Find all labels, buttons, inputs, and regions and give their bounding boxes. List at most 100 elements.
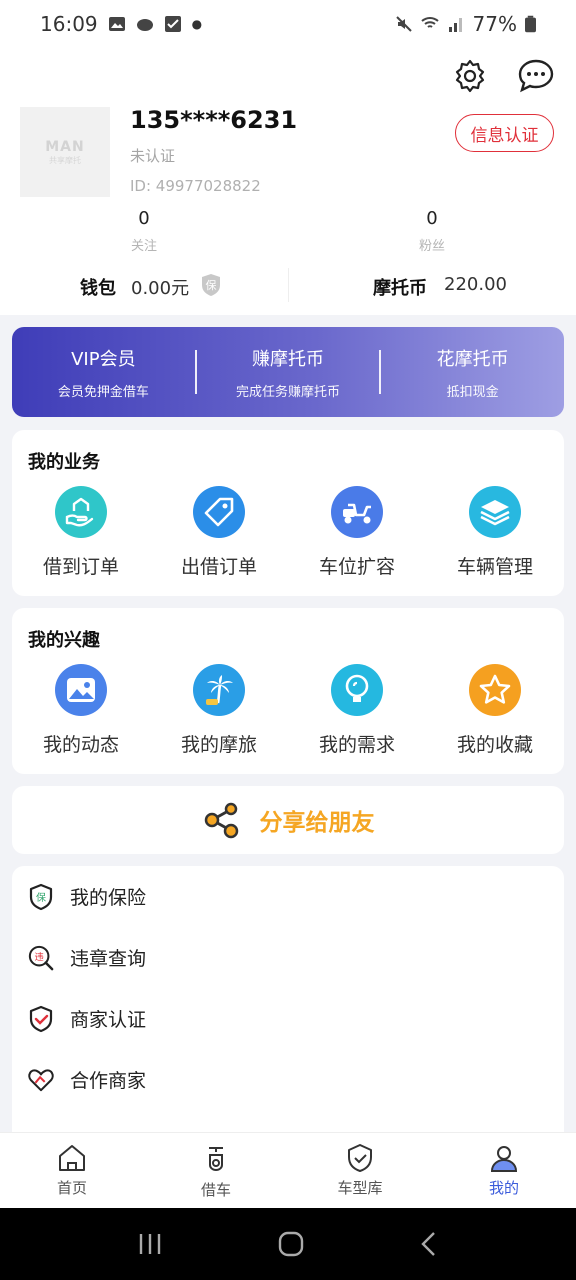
my-interests-card: 我的兴趣 我的动态 我的摩旅 我的需求 我的收藏 (12, 608, 564, 774)
menu-item-insurance[interactable]: 保 我的保险 (12, 866, 564, 927)
my-business-title: 我的业务 (28, 452, 100, 473)
hand-house-icon (55, 486, 107, 538)
menu-item-partner-merchants[interactable]: 合作商家 (12, 1049, 564, 1110)
avatar[interactable]: MAN 共享摩托 (20, 107, 110, 197)
vip-member-subtitle: 会员免押金借车 (57, 384, 149, 400)
fans-stat[interactable]: 0 粉丝 (402, 208, 462, 254)
share-to-friends-button[interactable]: 分享给朋友 (12, 786, 564, 854)
insurance-badge-text: 保 (206, 278, 217, 292)
insurance-badge-icon: 保 (202, 274, 220, 296)
tag-icon (193, 486, 245, 538)
menu-item-merchant-verify[interactable]: 商家认证 (12, 988, 564, 1049)
system-nav-bar (0, 1208, 576, 1280)
messages-button[interactable] (516, 56, 556, 96)
home-nav-icon[interactable] (278, 1231, 304, 1257)
layers-icon (469, 486, 521, 538)
my-interests-title: 我的兴趣 (28, 630, 100, 651)
bulb-icon (331, 664, 383, 716)
vip-member-entry[interactable]: VIP会员 会员免押金借车 (12, 345, 195, 400)
bottom-tab-bar: 首页 借车 车型库 我的 (0, 1132, 576, 1208)
my-posts-item[interactable]: 我的动态 (12, 664, 150, 757)
mute-icon (395, 16, 412, 32)
palm-tree-icon (193, 664, 245, 716)
tab-label: 首页 (56, 1179, 87, 1197)
signal-icon (448, 18, 462, 32)
follow-stat[interactable]: 0 关注 (114, 208, 174, 254)
menu-item-label: 合作商家 (70, 1070, 147, 1092)
space-expansion-label: 车位扩容 (318, 556, 395, 578)
profile-icon (490, 1146, 518, 1172)
fans-count: 0 (426, 208, 438, 229)
status-time: 16:09 (40, 12, 98, 36)
back-icon[interactable] (419, 1231, 439, 1257)
battery-level: 77% (472, 12, 517, 36)
more-notifications-dot-icon: ● (191, 17, 203, 31)
my-posts-label: 我的动态 (42, 734, 119, 756)
cloud-notification-icon (136, 19, 153, 31)
avatar-logo-text: MAN (45, 138, 85, 155)
insurance-glyph: 保 (36, 891, 46, 904)
my-favorites-item[interactable]: 我的收藏 (426, 664, 564, 757)
verification-status: 未认证 (130, 147, 176, 165)
settings-button[interactable] (450, 56, 490, 96)
borrowed-orders-label: 借到订单 (42, 556, 119, 578)
vip-banner: VIP会员 会员免押金借车 赚摩托币 完成任务赚摩托币 花摩托币 抵扣现金 (12, 327, 564, 417)
earn-coins-subtitle: 完成任务赚摩托币 (236, 384, 341, 400)
image-icon (55, 664, 107, 716)
tab-mine[interactable]: 我的 (432, 1133, 576, 1208)
avatar-logo-subtext: 共享摩托 (49, 155, 81, 165)
menu-item-label: 商家认证 (70, 1009, 147, 1031)
menu-item-violation-query[interactable]: 违 违章查询 (12, 927, 564, 988)
merchant-verify-icon (28, 1005, 54, 1033)
earn-coins-title: 赚摩托币 (252, 348, 324, 370)
user-id: ID: 49977028822 (130, 177, 261, 195)
share-icon (204, 802, 238, 839)
info-verify-button[interactable]: 信息认证 (455, 114, 554, 152)
partner-heart-icon (28, 1066, 54, 1094)
status-bar: 16:09 ● 77% (0, 0, 576, 48)
fans-label: 粉丝 (418, 239, 445, 254)
follow-label: 关注 (130, 239, 157, 254)
tab-label: 我的 (488, 1179, 519, 1197)
coin-value[interactable]: 220.00 (444, 274, 507, 295)
tab-label: 车型库 (337, 1179, 383, 1197)
my-favorites-label: 我的收藏 (456, 734, 533, 756)
wallet-label[interactable]: 钱包 (80, 274, 116, 300)
vehicle-management-item[interactable]: 车辆管理 (426, 486, 564, 579)
tab-model-library[interactable]: 车型库 (288, 1133, 432, 1208)
my-moto-travel-item[interactable]: 我的摩旅 (150, 664, 288, 757)
model-library-icon (348, 1144, 372, 1172)
lent-orders-item[interactable]: 出借订单 (150, 486, 288, 579)
vip-member-title: VIP会员 (71, 348, 136, 370)
recent-apps-icon[interactable] (137, 1232, 163, 1256)
scooter-icon (331, 486, 383, 538)
wallet-value[interactable]: 0.00元 (131, 274, 189, 300)
my-business-card: 我的业务 借到订单 出借订单 车位扩容 车辆管理 (12, 430, 564, 596)
insurance-shield-icon: 保 (28, 883, 54, 911)
tab-label: 借车 (200, 1181, 231, 1199)
user-phone: 135****6231 (130, 106, 298, 134)
my-requests-item[interactable]: 我的需求 (288, 664, 426, 757)
chat-bubble-icon (518, 59, 554, 93)
earn-coins-entry[interactable]: 赚摩托币 完成任务赚摩托币 (197, 345, 380, 400)
my-moto-travel-label: 我的摩旅 (180, 734, 257, 756)
star-icon (469, 664, 521, 716)
rent-scooter-icon (209, 1147, 223, 1172)
menu-item-label: 违章查询 (70, 948, 147, 970)
space-expansion-item[interactable]: 车位扩容 (288, 486, 426, 579)
tab-rent[interactable]: 借车 (144, 1133, 288, 1208)
violation-glyph: 违 (35, 951, 44, 962)
vehicle-management-label: 车辆管理 (456, 556, 533, 578)
menu-item-label: 我的保险 (70, 887, 147, 909)
gallery-notification-icon (108, 17, 125, 31)
gear-icon (455, 59, 485, 93)
wallet-divider (288, 268, 289, 302)
battery-icon (525, 15, 536, 33)
checkbox-notification-icon (164, 16, 181, 32)
spend-coins-entry[interactable]: 花摩托币 抵扣现金 (381, 345, 564, 400)
tab-home[interactable]: 首页 (0, 1133, 144, 1208)
spend-coins-title: 花摩托币 (436, 348, 509, 370)
coin-label[interactable]: 摩托币 (373, 274, 427, 300)
borrowed-orders-item[interactable]: 借到订单 (12, 486, 150, 579)
spend-coins-subtitle: 抵扣现金 (446, 384, 499, 400)
